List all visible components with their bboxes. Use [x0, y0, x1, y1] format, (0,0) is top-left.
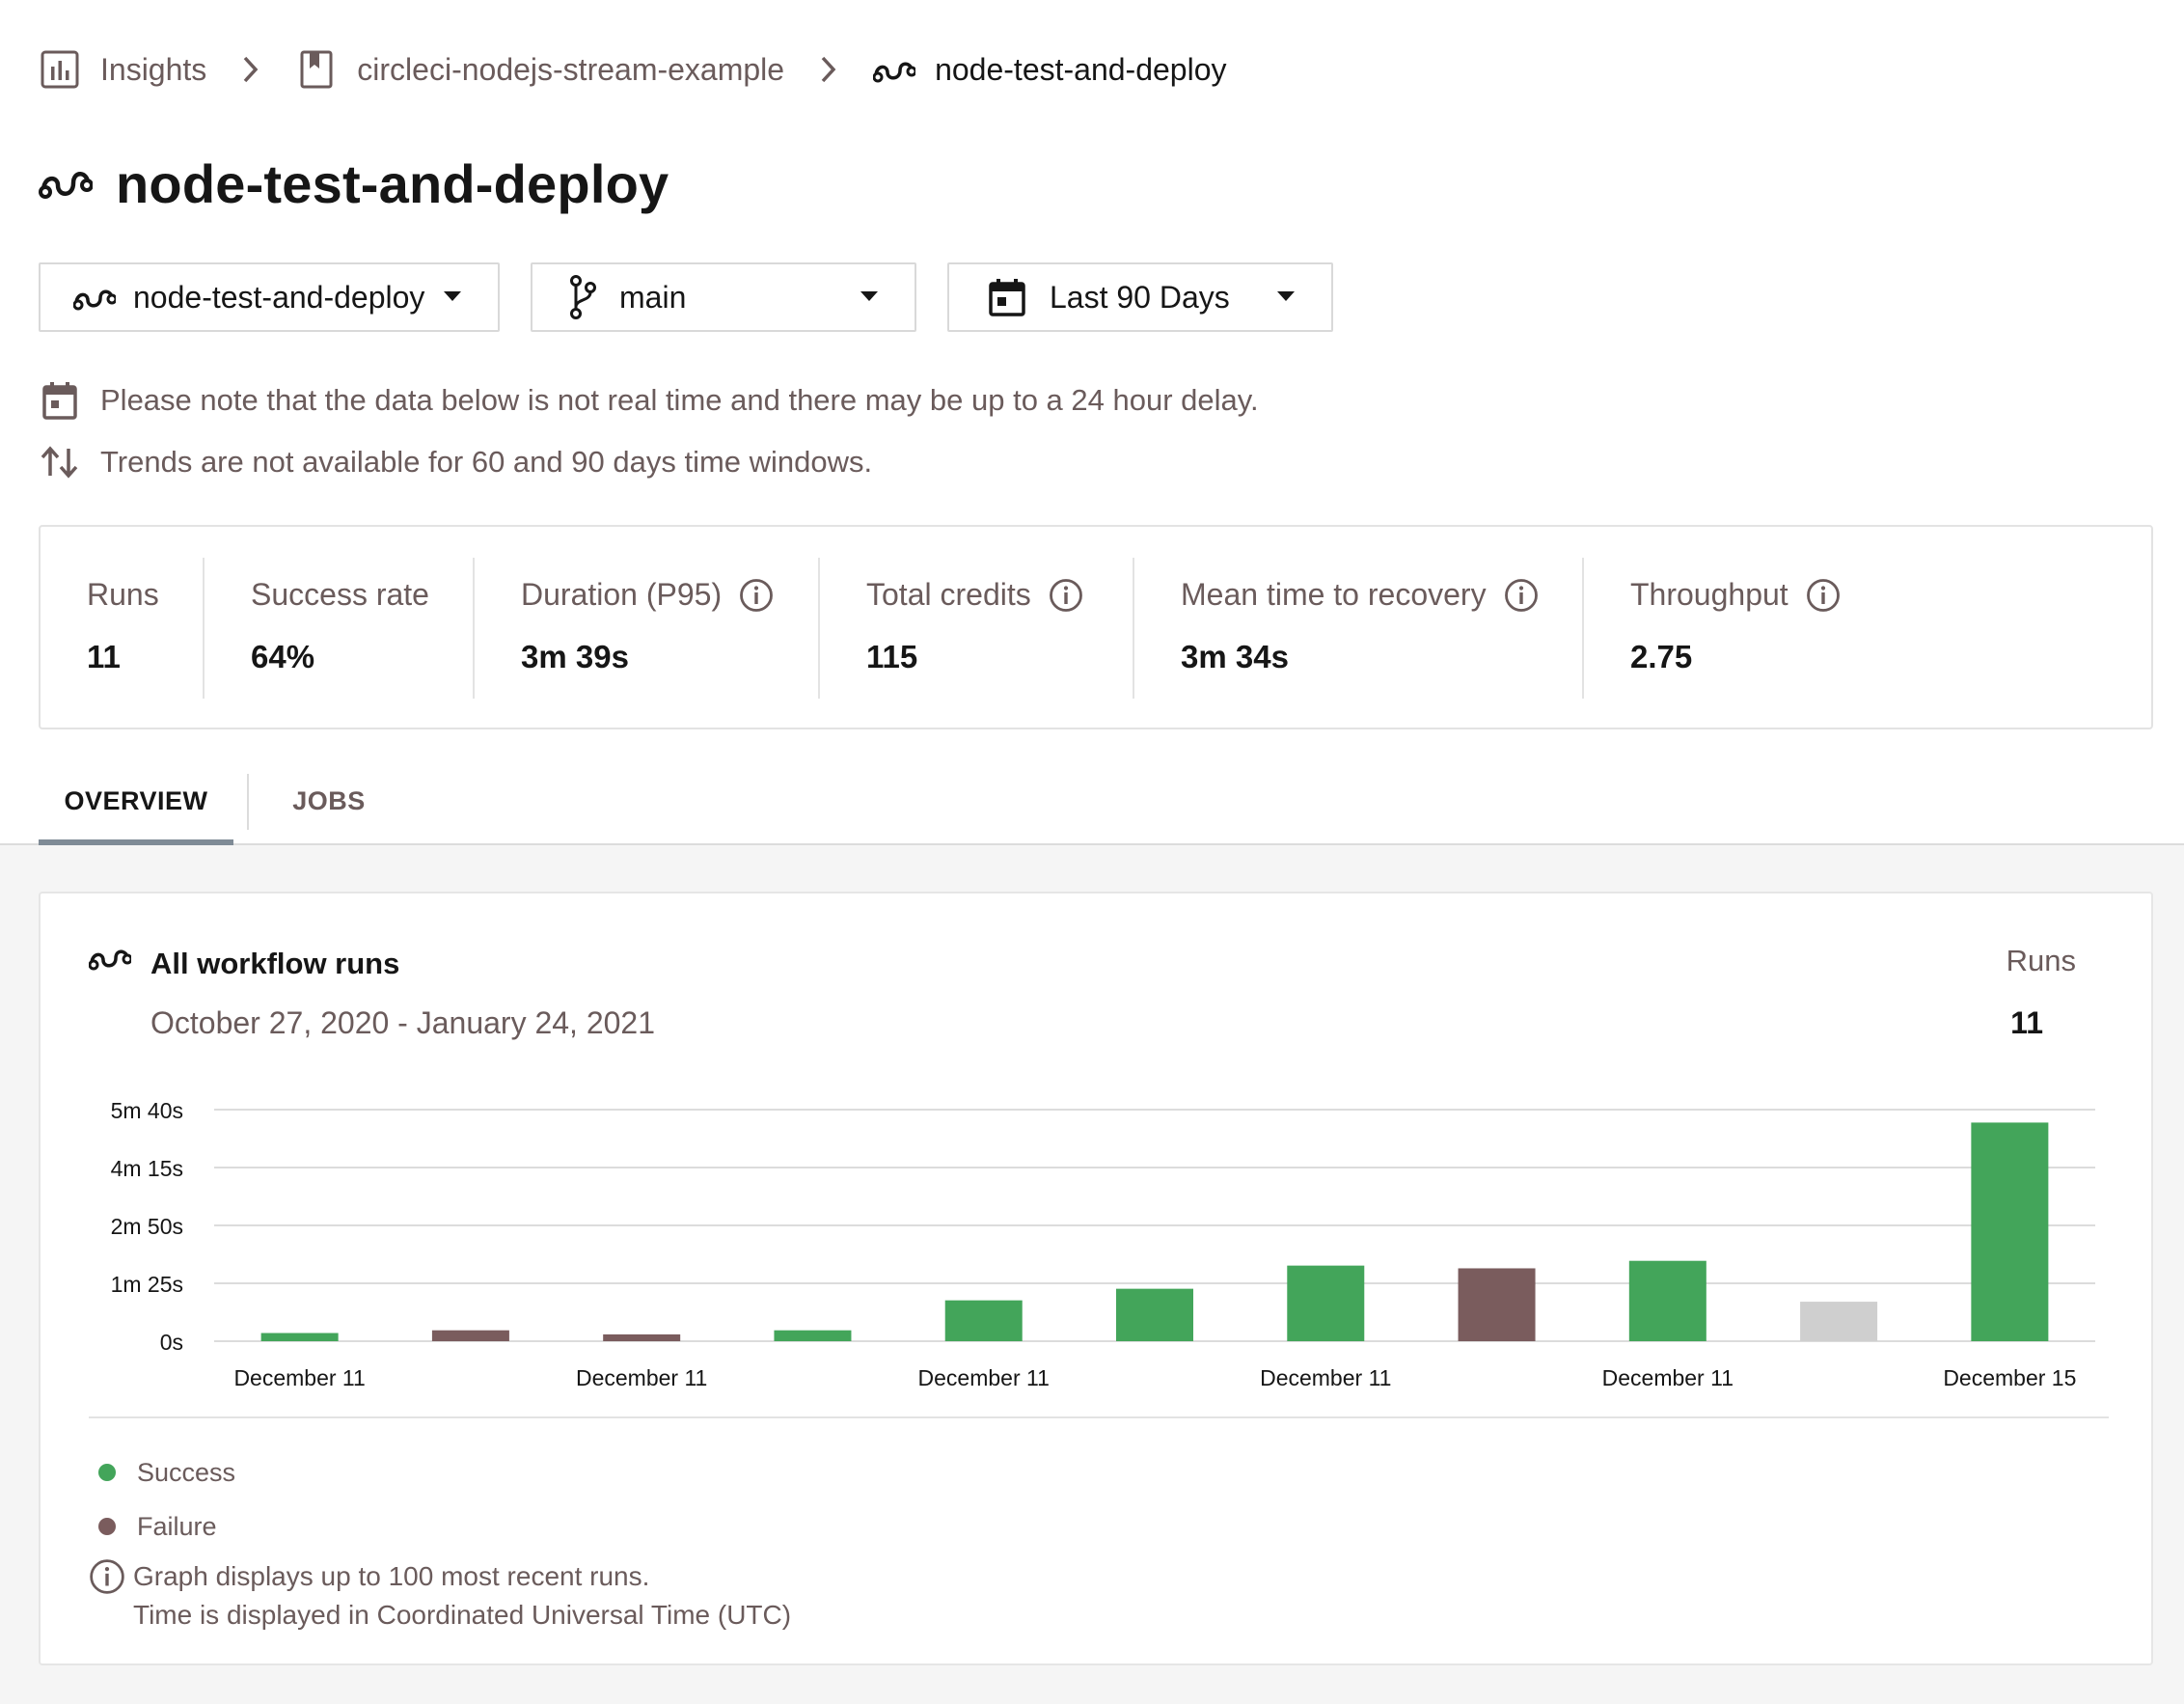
breadcrumb-insights-label: Insights	[100, 51, 207, 87]
tab-overview[interactable]: OVERVIEW	[39, 756, 233, 847]
footnote-line-2: Time is displayed in Coordinated Univers…	[133, 1600, 792, 1630]
workflow-select-value: node-test-and-deploy	[133, 279, 425, 315]
caret-down-icon	[442, 289, 463, 305]
info-icon[interactable]	[1806, 578, 1841, 613]
metric-label: Duration (P95)	[521, 577, 774, 613]
tab-jobs[interactable]: JOBS	[268, 756, 390, 845]
workflow-icon	[73, 276, 116, 318]
x-tick-label: December 11	[576, 1365, 707, 1390]
branch-select[interactable]: main	[531, 262, 916, 332]
chevron-right-icon	[232, 50, 270, 89]
y-tick-label: 1m 25s	[111, 1272, 183, 1297]
tab-bar: OVERVIEW JOBS	[0, 756, 2184, 847]
x-tick-label: December 11	[1260, 1365, 1391, 1390]
metric-divider	[818, 558, 820, 699]
delay-notice: Please note that the data below is not r…	[39, 376, 1259, 425]
trend-arrows-icon	[39, 441, 81, 483]
success-dot	[98, 1464, 116, 1481]
breadcrumb-project-label: circleci-nodejs-stream-example	[357, 51, 785, 87]
metric-value: 3m 34s	[1181, 639, 1289, 674]
workflow-select[interactable]: node-test-and-deploy	[39, 262, 500, 332]
bar-chart-icon	[39, 48, 81, 91]
chart-footnote: Graph displays up to 100 most recent run…	[89, 1557, 791, 1635]
workflow-runs-card: All workflow runs October 27, 2020 - Jan…	[39, 892, 2153, 1665]
metric-divider	[203, 558, 205, 699]
date-range-select[interactable]: Last 90 Days	[947, 262, 1333, 332]
bar-success[interactable]	[1287, 1265, 1365, 1341]
calendar-icon	[986, 276, 1028, 318]
y-tick-label: 5m 40s	[111, 1098, 183, 1123]
bar-success[interactable]	[1116, 1288, 1193, 1341]
metric-value: 2.75	[1630, 639, 1693, 674]
info-icon[interactable]	[1049, 578, 1083, 613]
x-tick-label: December 15	[1943, 1365, 2076, 1390]
metric-label: Runs	[87, 577, 159, 612]
bar-success[interactable]	[944, 1300, 1023, 1341]
bar-success[interactable]	[774, 1330, 852, 1341]
git-branch-icon	[561, 275, 604, 319]
page-title-text: node-test-and-deploy	[116, 152, 669, 214]
breadcrumb-workflow: node-test-and-deploy	[873, 48, 1227, 91]
bar-success[interactable]	[1971, 1122, 2049, 1341]
metric-value: 11	[87, 639, 121, 674]
metric-divider	[1582, 558, 1584, 699]
bar-failure[interactable]	[603, 1333, 681, 1341]
metric-divider	[1133, 558, 1134, 699]
metric-value: 3m 39s	[521, 639, 629, 674]
x-tick-label: December 11	[1602, 1365, 1734, 1390]
metric-value: 64%	[251, 639, 315, 674]
breadcrumb-insights[interactable]: Insights	[39, 48, 206, 91]
legend-failure-label: Failure	[137, 1511, 217, 1541]
metric-label: Mean time to recovery	[1181, 577, 1539, 613]
breadcrumb-workflow-label: node-test-and-deploy	[935, 51, 1227, 87]
legend-success: Success	[95, 1453, 235, 1492]
workflow-runs-chart: 0s 1m 25s 2m 50s 4m 15s 5m 40s December 11 Dec…	[111, 1098, 2095, 1390]
metric-label: Success rate	[251, 577, 429, 612]
x-tick-label: December 11	[233, 1365, 365, 1390]
x-tick-label: December 11	[918, 1365, 1050, 1390]
workflow-icon	[873, 48, 916, 91]
caret-down-icon	[859, 289, 880, 305]
trends-notice: Trends are not available for 60 and 90 d…	[39, 438, 872, 486]
tab-divider	[247, 774, 249, 830]
metrics-card: Runs 11 Success rate 64% Duration (P95) …	[39, 525, 2153, 729]
metric-value: 115	[866, 639, 918, 674]
bar-failure[interactable]	[1458, 1268, 1536, 1341]
chart-divider	[89, 1416, 2109, 1418]
date-range-select-value: Last 90 Days	[1050, 279, 1230, 315]
chevron-right-icon	[809, 50, 848, 89]
caret-down-icon	[1275, 289, 1297, 305]
bar-other[interactable]	[1800, 1302, 1878, 1341]
bar-failure[interactable]	[431, 1330, 509, 1341]
delay-notice-text: Please note that the data below is not r…	[100, 383, 1259, 417]
breadcrumb: Insights circleci-nodejs-stream-example …	[39, 44, 1227, 95]
y-tick-label: 2m 50s	[111, 1214, 183, 1239]
metric-label: Throughput	[1630, 577, 1841, 613]
info-icon[interactable]	[739, 578, 774, 613]
workflow-icon	[39, 156, 93, 210]
legend-success-label: Success	[137, 1457, 236, 1487]
y-tick-label: 0s	[160, 1330, 183, 1355]
y-tick-label: 4m 15s	[111, 1156, 183, 1181]
footnote-line-1: Graph displays up to 100 most recent run…	[133, 1561, 650, 1591]
bar-success[interactable]	[260, 1333, 339, 1341]
trends-notice-text: Trends are not available for 60 and 90 d…	[100, 445, 873, 479]
info-icon[interactable]	[1504, 578, 1539, 613]
breadcrumb-project[interactable]: circleci-nodejs-stream-example	[295, 48, 784, 91]
calendar-icon	[39, 379, 81, 422]
legend-failure: Failure	[95, 1507, 217, 1546]
metric-divider	[473, 558, 475, 699]
page-title: node-test-and-deploy	[39, 145, 669, 222]
bar-success[interactable]	[1628, 1260, 1706, 1341]
failure-dot	[98, 1518, 116, 1535]
info-icon	[90, 1559, 124, 1594]
branch-select-value: main	[619, 279, 687, 315]
metric-label: Total credits	[866, 577, 1083, 613]
bookmark-icon	[295, 48, 338, 91]
